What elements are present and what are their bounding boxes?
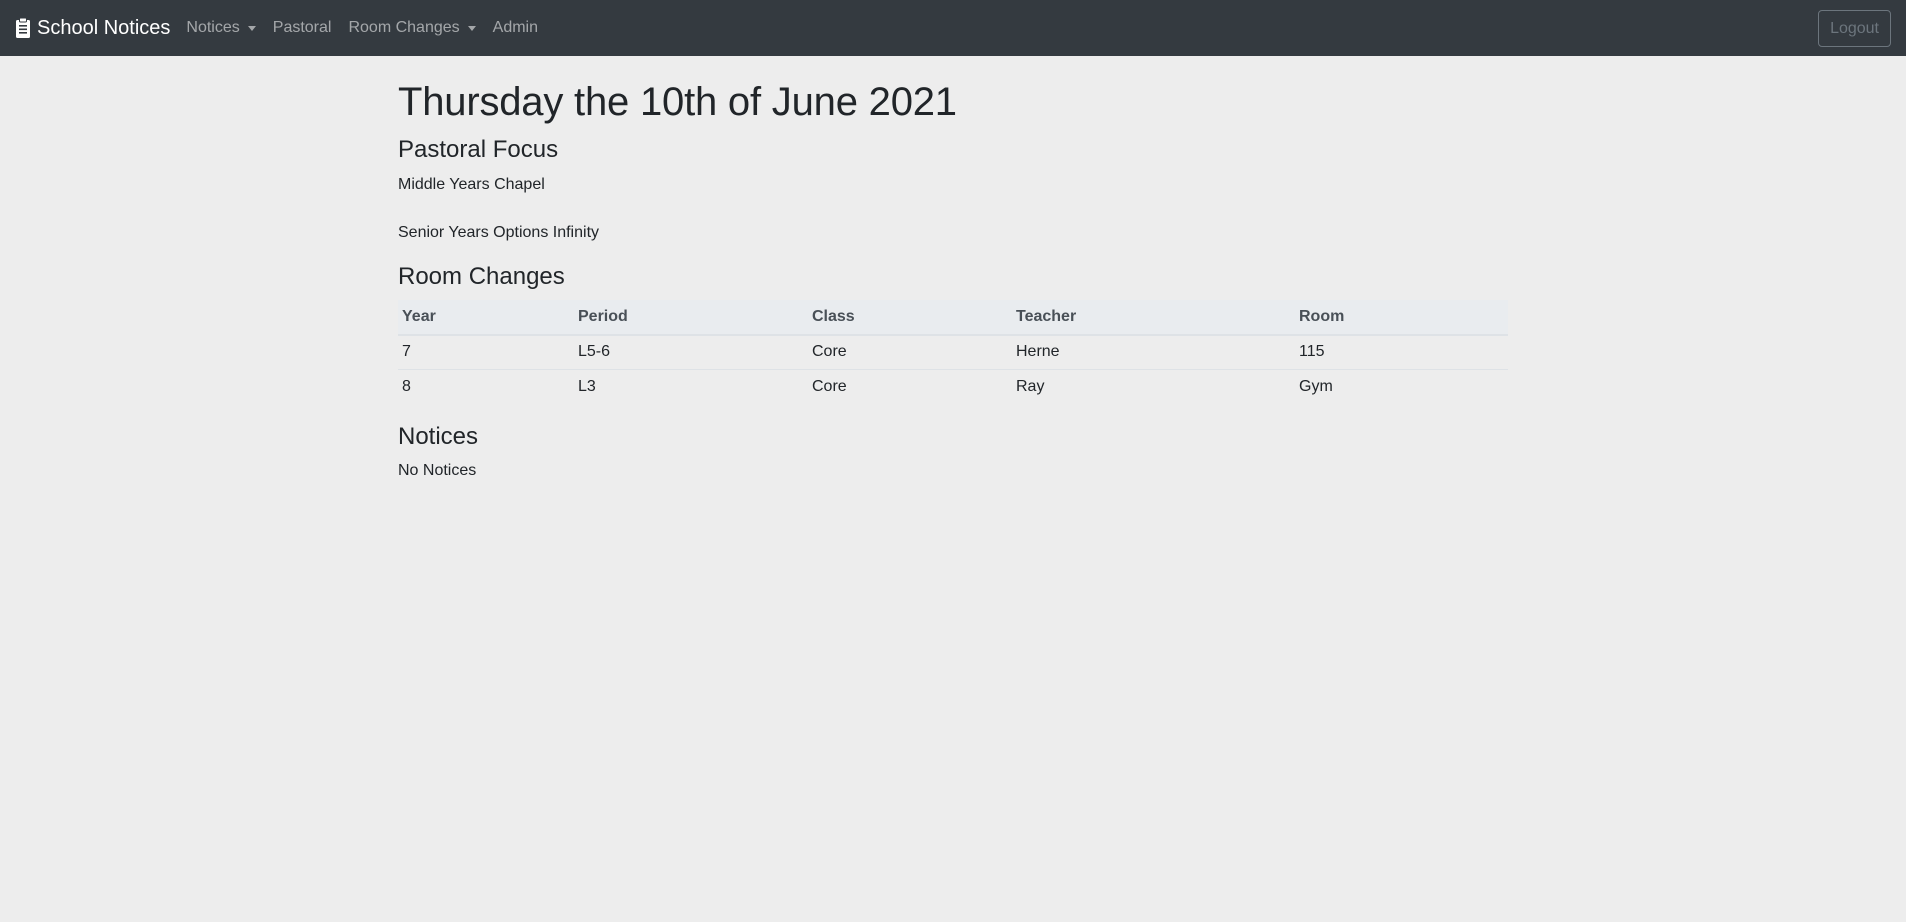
page-title: Thursday the 10th of June 2021 — [398, 80, 957, 124]
table-row: 7 L5-6 Core Herne 115 — [398, 334, 1508, 371]
nav-pastoral-link[interactable]: Pastoral — [265, 19, 340, 37]
top-navbar: School Notices Notices Pastoral Room Cha… — [0, 0, 1906, 56]
no-notices-text: No Notices — [398, 462, 477, 480]
cell-period: L3 — [578, 378, 596, 396]
pastoral-focus-heading: Pastoral Focus — [398, 136, 559, 163]
cell-class: Core — [812, 378, 847, 396]
brand-link[interactable]: School Notices — [15, 17, 170, 40]
logout-button[interactable]: Logout — [1818, 10, 1891, 47]
notices-heading: Notices — [398, 422, 479, 450]
cell-teacher: Herne — [1012, 334, 1295, 371]
column-header-class: Class — [808, 299, 1012, 336]
pastoral-item: Senior Years Options Infinity — [398, 223, 600, 241]
pastoral-item: Middle Years Chapel — [398, 175, 545, 193]
chevron-down-icon — [467, 25, 476, 31]
cell-room: Gym — [1299, 378, 1333, 396]
nav-admin-label: Admin — [492, 19, 538, 36]
nav-room-changes-label: Room Changes — [348, 19, 460, 36]
clipboard-icon — [15, 17, 31, 39]
cell-teacher: Ray — [1016, 378, 1045, 396]
column-header-teacher: Teacher — [1012, 299, 1295, 336]
cell-period: L5-6 — [574, 334, 808, 371]
room-changes-table: Year Period Class Teacher Room 7 L5-6 Co… — [398, 299, 1508, 405]
nav-admin-link[interactable]: Admin — [485, 19, 546, 37]
column-header-year: Year — [398, 299, 574, 336]
main-content: Thursday the 10th of June 2021 Pastoral … — [398, 56, 1508, 483]
nav-notices-dropdown[interactable]: Notices — [178, 19, 263, 37]
table-header-row: Year Period Class Teacher Room — [398, 299, 1508, 336]
room-changes-heading: Room Changes — [398, 262, 565, 290]
chevron-down-icon — [247, 25, 256, 31]
nav-room-changes-dropdown[interactable]: Room Changes — [340, 19, 483, 37]
cell-year: 8 — [402, 378, 411, 396]
cell-year: 7 — [398, 334, 574, 371]
table-row: 8 L3 Core Ray Gym — [398, 370, 1508, 405]
cell-class: Core — [808, 334, 1012, 371]
brand-label: School Notices — [37, 16, 171, 39]
nav-links: Notices Pastoral Room Changes Admin — [178, 19, 546, 37]
nav-notices-label: Notices — [186, 19, 240, 36]
column-header-period: Period — [574, 299, 808, 336]
nav-pastoral-label: Pastoral — [272, 19, 332, 36]
cell-room: 115 — [1295, 334, 1508, 371]
column-header-room: Room — [1295, 299, 1508, 336]
